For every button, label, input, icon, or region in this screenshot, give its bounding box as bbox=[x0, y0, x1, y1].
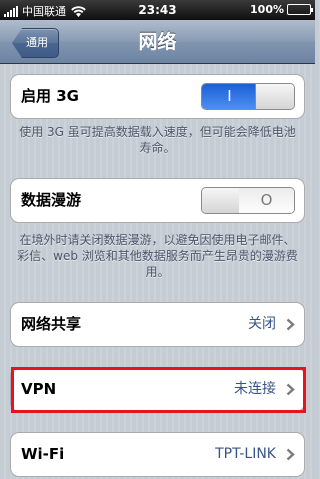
navigation-bar: 网络 通用 bbox=[0, 20, 315, 64]
switch-off-text: O bbox=[239, 188, 294, 213]
status-right: 100% bbox=[250, 3, 313, 16]
wifi-cell[interactable]: Wi-Fi TPT-LINK bbox=[10, 432, 305, 477]
switch-knob[interactable] bbox=[202, 188, 241, 213]
vpn-value: 未连接 bbox=[234, 381, 276, 397]
battery-icon bbox=[287, 4, 313, 15]
chevron-right-icon bbox=[286, 383, 295, 396]
internet-tethering-label: 网络共享 bbox=[21, 315, 82, 333]
enable-3g-switch[interactable]: I bbox=[201, 83, 295, 110]
data-roaming-cell: 数据漫游 O bbox=[10, 178, 305, 223]
chevron-right-icon bbox=[286, 318, 295, 331]
enable-3g-label: 启用 3G bbox=[21, 87, 79, 105]
wifi-value: TPT-LINK bbox=[215, 446, 276, 462]
switch-on-text: I bbox=[202, 84, 257, 109]
battery-percentage: 100% bbox=[250, 3, 284, 16]
chevron-right-icon bbox=[286, 448, 295, 461]
internet-tethering-cell[interactable]: 网络共享 关闭 bbox=[10, 302, 305, 347]
vpn-label: VPN bbox=[21, 380, 57, 398]
switch-knob[interactable] bbox=[255, 84, 294, 109]
back-button[interactable]: 通用 bbox=[12, 28, 59, 58]
internet-tethering-value: 关闭 bbox=[248, 316, 276, 332]
enable-3g-footnote: 使用 3G 虽可提高数据载入速度，但可能会降低电池寿命。 bbox=[19, 125, 296, 155]
enable-3g-cell: 启用 3G I bbox=[10, 74, 305, 119]
data-roaming-footnote: 在境外时请关闭数据漫游，以避免因使用电子邮件、彩信、web 浏览和其他数据服务而… bbox=[17, 233, 298, 279]
vpn-cell[interactable]: VPN 未连接 bbox=[10, 367, 305, 412]
data-roaming-label: 数据漫游 bbox=[21, 191, 82, 209]
data-roaming-switch[interactable]: O bbox=[201, 187, 295, 214]
status-bar: 中国联通 23:43 100% bbox=[0, 0, 315, 20]
wifi-label: Wi-Fi bbox=[21, 445, 65, 463]
